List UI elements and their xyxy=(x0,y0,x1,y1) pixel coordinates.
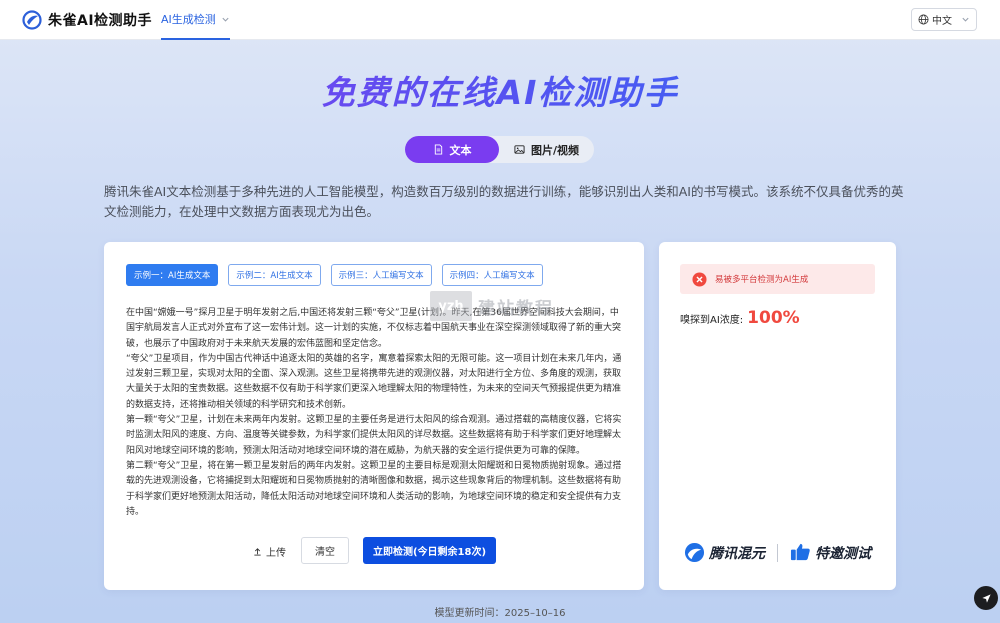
action-bar: 上传 清空 立即检测(今日剩余18次) xyxy=(104,537,644,565)
text-paragraph: “夸父”卫星项目，作为中国古代神话中追逐太阳的英雄的名字，寓意着探索太阳的无限可… xyxy=(126,353,622,410)
upload-button[interactable]: 上传 xyxy=(253,537,286,565)
brand[interactable]: 朱雀AI检测助手 xyxy=(22,9,152,31)
upload-icon xyxy=(254,547,261,556)
example-button-4[interactable]: 示例四：人工编写文本 xyxy=(441,264,543,286)
ai-score: 嗅探到AI浓度: 100% xyxy=(680,308,800,328)
hunyuan-icon xyxy=(684,542,705,563)
brand-name: 朱雀AI检测助手 xyxy=(48,13,153,29)
invited-test-label: 特邀测试 xyxy=(815,545,871,562)
hunyuan-logo: 腾讯混元 xyxy=(684,542,765,563)
example-buttons: 示例一：AI生成文本 示例二：AI生成文本 示例三：人工编写文本 示例四：人工编… xyxy=(126,264,543,286)
text-input-area[interactable]: 在中国“嫦娥一号”探月卫星于明年发射之后,中国还将发射三颗“夸父”卫星(计划)。… xyxy=(126,306,624,516)
globe-icon xyxy=(918,14,929,25)
language-label: 中文 xyxy=(932,16,952,27)
page-title: 免费的在线AI检测助手 xyxy=(0,66,1000,114)
result-alert: 易被多平台检测为AI生成 xyxy=(680,264,875,294)
text-paragraph: 第一颗“夸父”卫星，计划在未来两年内发射。这颗卫星的主要任务是进行太阳风的综合观… xyxy=(126,415,622,456)
send-icon xyxy=(981,593,991,603)
clear-button[interactable]: 清空 xyxy=(301,537,349,564)
example-button-3[interactable]: 示例三：人工编写文本 xyxy=(330,264,432,286)
invited-test-logo: 特邀测试 xyxy=(790,542,871,563)
result-card: 易被多平台检测为AI生成 嗅探到AI浓度: 100% 腾讯混元 特邀测试 xyxy=(659,242,896,590)
watermark: yzh 建站教程 xyxy=(430,290,580,322)
top-navbar: 朱雀AI检测助手 AI生成检测 中文 xyxy=(0,0,1000,40)
example-button-1[interactable]: 示例一：AI生成文本 xyxy=(126,264,219,286)
example-button-2[interactable]: 示例二：AI生成文本 xyxy=(228,264,321,286)
mode-tab-text-label: 文本 xyxy=(449,143,472,157)
ai-score-value: 100% xyxy=(747,308,800,328)
mode-switch: 文本 图片/视频 xyxy=(405,136,594,163)
partner-divider xyxy=(777,543,778,562)
text-paragraph: 第二颗“夸父”卫星，将在第一颗卫星发射后的两年内发射。这颗卫星的主要目标是观测太… xyxy=(126,460,622,516)
intro-description: 腾讯朱雀AI文本检测基于多种先进的人工智能模型，构造数百万级别的数据进行训练，能… xyxy=(104,184,904,219)
floating-action-button[interactable] xyxy=(974,586,998,610)
nav-tab-label: AI生成检测 xyxy=(161,13,216,26)
partner-logos: 腾讯混元 特邀测试 xyxy=(684,542,871,563)
mode-tab-image[interactable]: 图片/视频 xyxy=(499,136,594,163)
mode-tab-image-label: 图片/视频 xyxy=(530,143,580,157)
document-icon xyxy=(434,144,442,155)
chevron-down-icon xyxy=(962,17,969,22)
nav-tab-ai-detection[interactable]: AI生成检测 xyxy=(161,0,230,40)
ai-score-label: 嗅探到AI浓度: xyxy=(680,315,744,326)
language-select[interactable]: 中文 xyxy=(911,8,977,31)
detect-button[interactable]: 立即检测(今日剩余18次) xyxy=(363,537,496,564)
image-icon xyxy=(514,145,525,154)
upload-label: 上传 xyxy=(266,547,286,559)
chevron-down-icon xyxy=(222,17,229,22)
watermark-logo: yzh xyxy=(430,291,472,321)
model-update-time: 模型更新时间：2025–10–16 xyxy=(434,608,566,619)
error-circle-icon xyxy=(692,271,707,287)
thumbs-up-icon xyxy=(790,543,810,561)
result-alert-text: 易被多平台检测为AI生成 xyxy=(715,275,809,285)
mode-tab-text[interactable]: 文本 xyxy=(405,136,499,163)
watermark-text: 建站教程 xyxy=(478,298,554,319)
hunyuan-label: 腾讯混元 xyxy=(709,545,765,562)
text-input-card: 示例一：AI生成文本 示例二：AI生成文本 示例三：人工编写文本 示例四：人工编… xyxy=(104,242,644,590)
zhuque-logo-icon xyxy=(22,10,42,30)
